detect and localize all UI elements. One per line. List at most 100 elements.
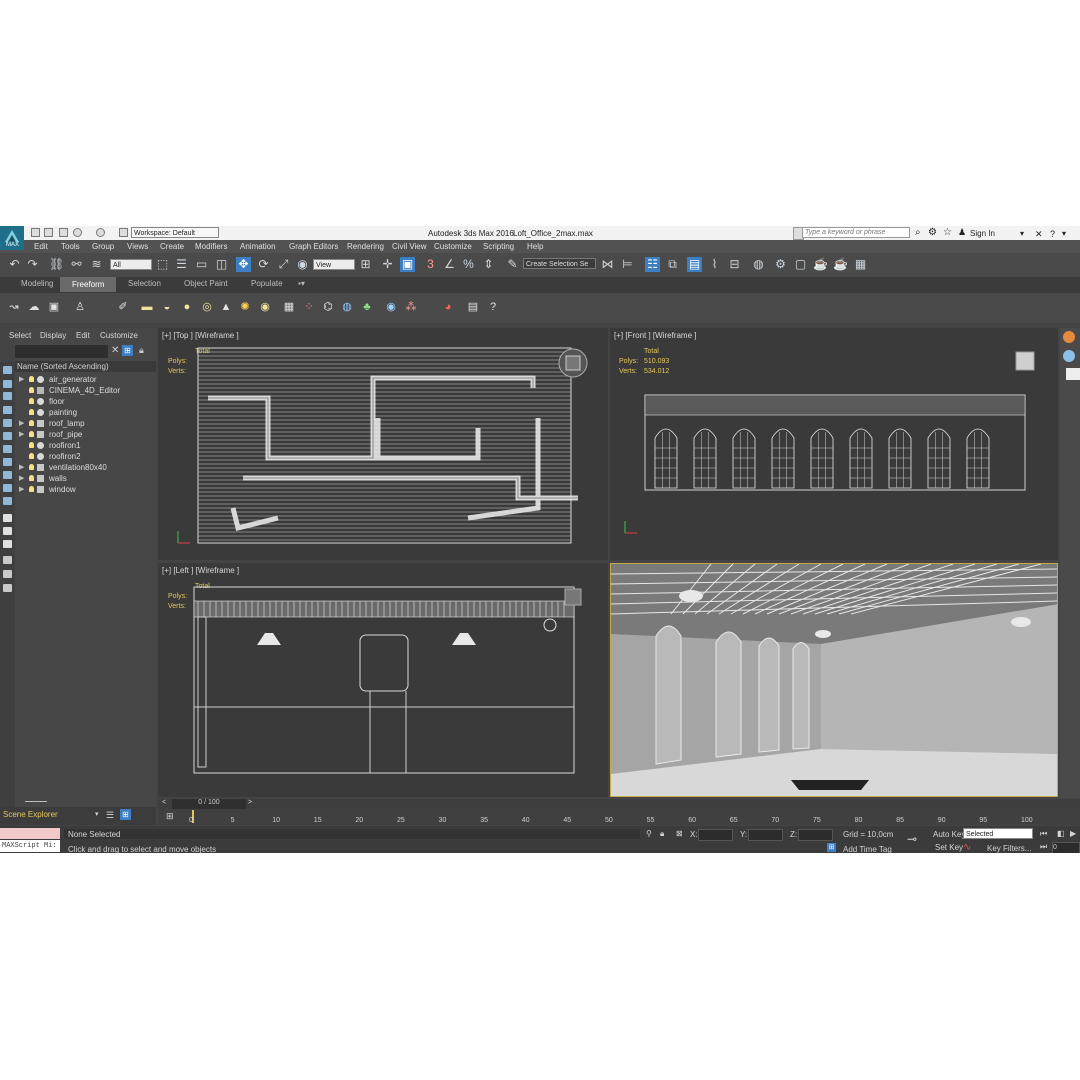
box-primitive-icon[interactable]: ▬ xyxy=(140,300,154,314)
list-item[interactable]: roofiron1 xyxy=(15,440,156,451)
list-item[interactable]: floor xyxy=(15,396,156,407)
key-selection-dropdown[interactable]: Selected xyxy=(963,828,1033,839)
explorer-menu-display[interactable]: Display xyxy=(40,331,66,340)
time-next-icon[interactable]: > xyxy=(248,799,252,806)
create-panel-icon[interactable] xyxy=(1063,331,1075,343)
ribbon-tab-object-paint[interactable]: Object Paint xyxy=(184,279,228,288)
absolute-mode-icon[interactable]: ⊠ xyxy=(676,829,683,838)
menu-help[interactable]: Help xyxy=(527,242,543,251)
select-and-move-icon[interactable]: ✥ xyxy=(236,257,251,272)
menu-modifiers[interactable]: Modifiers xyxy=(195,242,227,251)
display-groups-icon[interactable] xyxy=(3,471,12,479)
layers-icon[interactable]: ☰ xyxy=(106,810,114,821)
explorer-mode-icon[interactable]: ⊞ xyxy=(120,809,131,820)
add-time-tag-button[interactable]: Add Time Tag xyxy=(843,845,892,853)
ribbon-tab-freeform[interactable]: Freeform xyxy=(60,277,117,292)
expand-arrow-icon[interactable]: ▶ xyxy=(19,462,24,473)
select-object-icon[interactable]: ⬚ xyxy=(155,257,170,272)
viewport-front[interactable]: [+] [Front ] [Wireframe ] Total Polys: 5… xyxy=(610,328,1058,560)
scatter-tool-icon[interactable]: ⁘ xyxy=(302,300,316,314)
menu-animation[interactable]: Animation xyxy=(240,242,276,251)
undo-icon[interactable] xyxy=(73,228,82,237)
ribbon-tab-modeling[interactable]: Modeling xyxy=(21,279,53,288)
render-activeshade-icon[interactable]: ▦ xyxy=(853,257,868,272)
unlink-icon[interactable]: ⚯ xyxy=(69,257,84,272)
bulb-icon[interactable] xyxy=(29,453,34,459)
y-coordinate-field[interactable] xyxy=(748,829,783,841)
display-geometry-icon[interactable] xyxy=(3,392,12,400)
z-coordinate-field[interactable] xyxy=(798,829,833,841)
explorer-scrollbar[interactable] xyxy=(25,801,47,802)
project-folder-icon[interactable] xyxy=(119,228,128,237)
explorer-menu-customize[interactable]: Customize xyxy=(100,331,138,340)
bulb-icon[interactable] xyxy=(29,475,34,481)
menu-group[interactable]: Group xyxy=(92,242,114,251)
key-mode-toggle-icon[interactable]: ⏭ xyxy=(1040,842,1047,852)
viewport-top[interactable]: [+] [Top ] [Wireframe ] Total Polys: Ver… xyxy=(158,328,608,560)
window-crossing-icon[interactable]: ◫ xyxy=(214,257,229,272)
edit-named-selection-icon[interactable]: ✎ xyxy=(505,257,520,272)
paint-deform-icon[interactable]: ↝ xyxy=(7,300,21,314)
menu-rendering[interactable]: Rendering xyxy=(347,242,384,251)
material-editor-icon[interactable]: ◍ xyxy=(751,257,766,272)
time-slider[interactable]: < 0 / 100 > xyxy=(158,799,1080,809)
help-dropdown-icon[interactable]: ▾ xyxy=(1062,229,1066,238)
ribbon-tab-selection[interactable]: Selection xyxy=(128,279,161,288)
viewport-perspective[interactable] xyxy=(610,563,1058,797)
reference-coordinate-dropdown[interactable]: View xyxy=(313,259,355,270)
time-slider-thumb[interactable]: 0 / 100 xyxy=(172,799,246,809)
render-production-icon[interactable]: ☕ xyxy=(813,257,828,272)
communication-center-icon[interactable]: ⚙ xyxy=(928,227,937,238)
menu-create[interactable]: Create xyxy=(160,242,184,251)
display-containers-icon[interactable] xyxy=(3,514,12,522)
torus-primitive-icon[interactable]: ◎ xyxy=(200,300,214,314)
modify-panel-icon[interactable] xyxy=(1063,350,1075,362)
column-header-name[interactable]: Name (Sorted Ascending) xyxy=(15,361,156,372)
poly-draw-icon[interactable]: ▣ xyxy=(47,300,61,314)
cone-primitive-icon[interactable]: ▲ xyxy=(219,300,233,314)
rectangular-selection-icon[interactable]: ▭ xyxy=(194,257,209,272)
expand-arrow-icon[interactable]: ▶ xyxy=(19,429,24,440)
bulb-icon[interactable] xyxy=(29,442,34,448)
render-iterative-icon[interactable]: ☕ xyxy=(833,257,848,272)
link-icon[interactable]: ⛓ xyxy=(49,257,64,272)
explorer-menu-edit[interactable]: Edit xyxy=(76,331,90,340)
save-file-icon[interactable] xyxy=(59,228,68,237)
list-item[interactable]: ▶ roof_lamp xyxy=(15,418,156,429)
menu-civil-view[interactable]: Civil View xyxy=(392,242,427,251)
bulb-icon[interactable] xyxy=(29,486,34,492)
keyboard-shortcut-override-icon[interactable]: ▣ xyxy=(400,257,415,272)
bulb-icon[interactable] xyxy=(29,431,34,437)
display-cameras-icon[interactable] xyxy=(3,432,12,440)
layer-explorer-icon[interactable]: ⧉ xyxy=(665,257,680,272)
list-item[interactable]: ▶ roof_pipe xyxy=(15,429,156,440)
percent-snap-icon[interactable]: % xyxy=(461,257,476,272)
world-icon[interactable]: ◍ xyxy=(340,300,354,314)
bulb-icon[interactable] xyxy=(29,376,34,382)
ribbon-toggle-icon[interactable]: ▤ xyxy=(687,257,702,272)
select-and-rotate-icon[interactable]: ⟳ xyxy=(256,257,271,272)
new-file-icon[interactable] xyxy=(31,228,40,237)
plant-icon[interactable]: ♣ xyxy=(360,300,374,314)
curve-editor-icon[interactable]: ⌇ xyxy=(707,257,722,272)
menu-customize[interactable]: Customize xyxy=(434,242,472,251)
mirror-icon[interactable]: ⋈ xyxy=(600,257,615,272)
ribbon-options-icon[interactable]: ▪▾ xyxy=(298,279,305,288)
display-bones-icon[interactable] xyxy=(3,497,12,505)
sun-light-icon[interactable]: ✺ xyxy=(238,300,252,314)
sign-in-dropdown-icon[interactable]: ▾ xyxy=(1020,229,1024,238)
timeline-track[interactable]: ⊞ 0 5 10 15 20 25 30 35 40 45 50 55 60 65 70 75 80 85 90 95… xyxy=(158,809,1080,825)
freeform-bulb-icon[interactable]: ♙ xyxy=(73,300,87,314)
grid-tool-icon[interactable]: ▦ xyxy=(282,300,296,314)
x-coordinate-field[interactable] xyxy=(698,829,733,841)
render-setup-icon[interactable]: ⚙ xyxy=(773,257,788,272)
mini-curve-editor-icon[interactable]: ⊞ xyxy=(166,811,174,822)
globe-icon[interactable]: ◉ xyxy=(384,300,398,314)
command-panel-input[interactable] xyxy=(1066,368,1080,380)
light-primitive-icon[interactable]: ◉ xyxy=(258,300,272,314)
select-and-scale-icon[interactable]: ⤢ xyxy=(276,257,291,272)
viewport-left[interactable]: [+] [Left ] [Wireframe ] Total Polys: Ve… xyxy=(158,563,608,797)
explorer-menu-select[interactable]: Select xyxy=(9,331,31,340)
auto-key-button[interactable]: Auto Key xyxy=(933,830,965,839)
sign-in-link[interactable]: Sign In xyxy=(970,229,995,238)
